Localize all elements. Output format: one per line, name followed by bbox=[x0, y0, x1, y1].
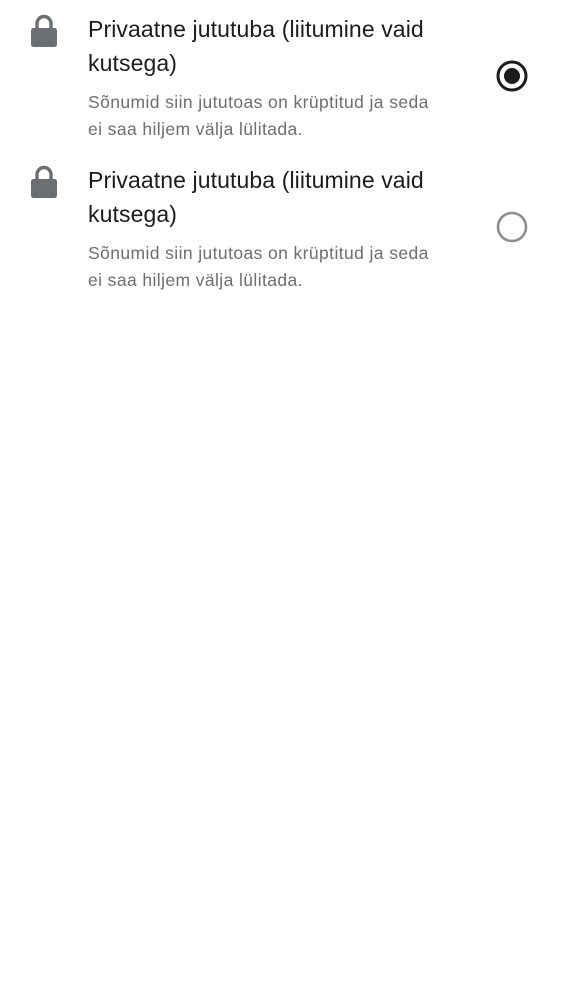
option-description: Sõnumid siin jututoas on krüptitud ja se… bbox=[88, 243, 429, 290]
radio-button-selected[interactable] bbox=[495, 59, 529, 93]
radio-button-unselected[interactable] bbox=[495, 210, 529, 244]
option-title: Privaatne jututuba (liitumine vaid kutse… bbox=[88, 167, 424, 227]
option-title: Privaatne jututuba (liitumine vaid kutse… bbox=[88, 16, 424, 76]
option-text: Privaatne jututuba (liitumine vaid kutse… bbox=[88, 12, 438, 143]
room-type-option-private-1[interactable]: Privaatne jututuba (liitumine vaid kutse… bbox=[0, 0, 562, 151]
room-type-option-list: Privaatne jututuba (liitumine vaid kutse… bbox=[0, 0, 562, 302]
room-type-option-private-2[interactable]: Privaatne jututuba (liitumine vaid kutse… bbox=[0, 151, 562, 302]
option-text: Privaatne jututuba (liitumine vaid kutse… bbox=[88, 163, 438, 294]
option-description: Sõnumid siin jututoas on krüptitud ja se… bbox=[88, 92, 429, 139]
lock-icon bbox=[30, 13, 58, 49]
lock-icon bbox=[30, 164, 58, 200]
